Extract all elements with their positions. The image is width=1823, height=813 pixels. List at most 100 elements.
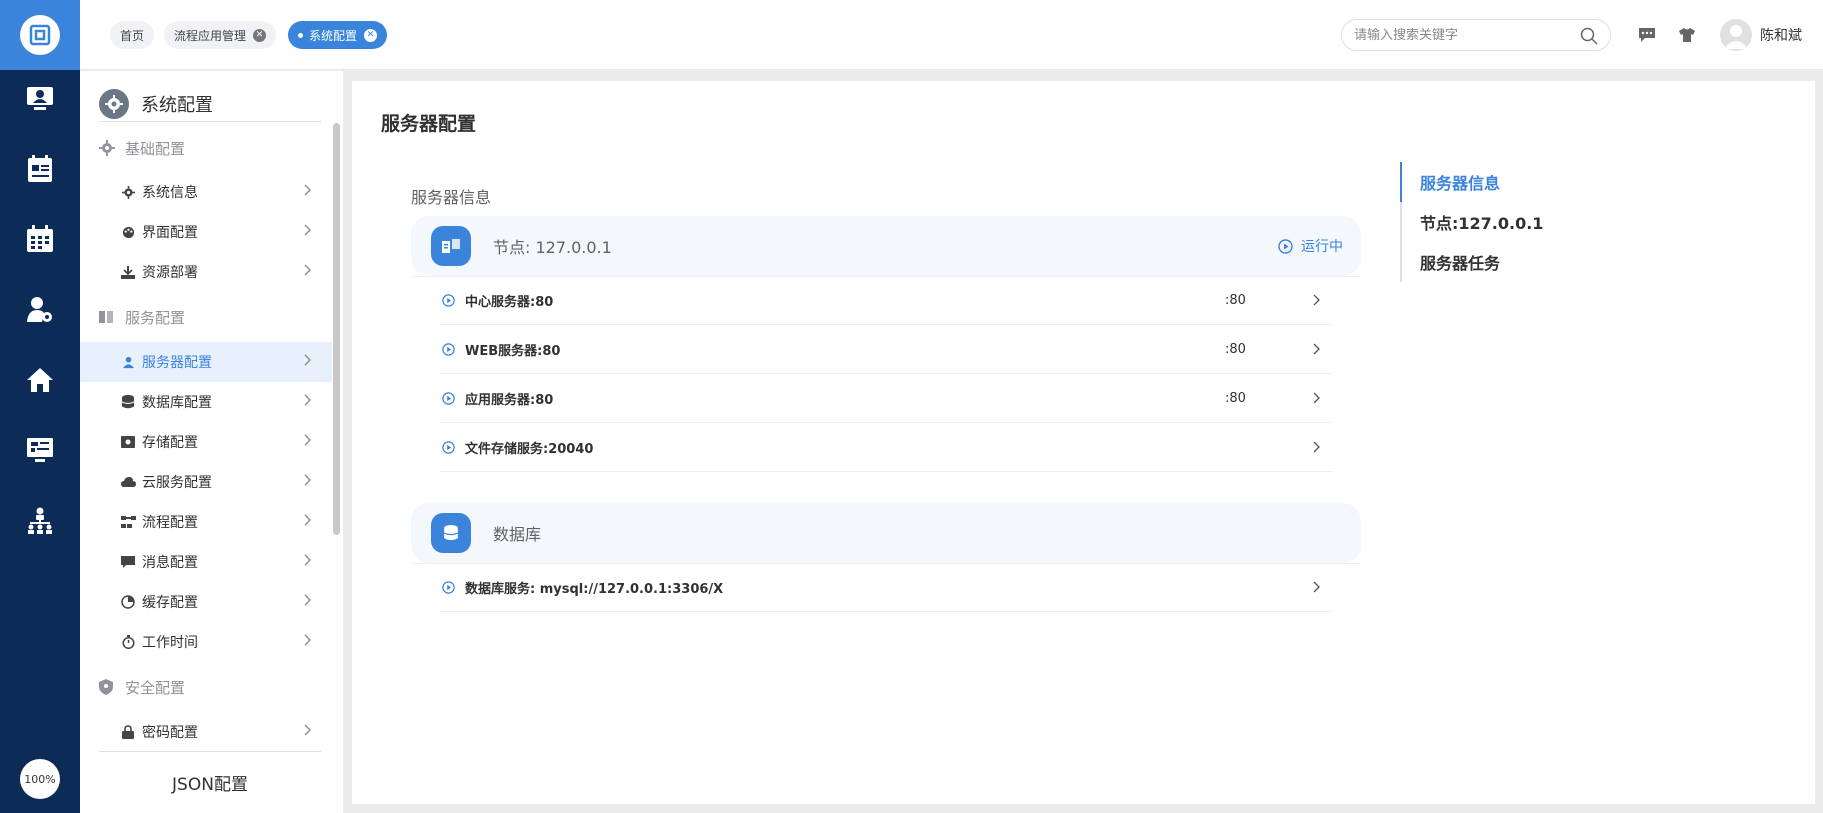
- search-input[interactable]: [1354, 27, 1574, 43]
- chevron-right-icon: [304, 474, 312, 490]
- sidebar-item-work-time[interactable]: 工作时间: [80, 622, 332, 662]
- dashboard-icon[interactable]: [24, 434, 56, 466]
- sidebar-item-label: 密码配置: [142, 725, 198, 741]
- tab-label: 流程应用管理: [174, 28, 247, 43]
- node-title: 节点: 127.0.0.1: [493, 238, 612, 257]
- anchor-active-bar: [1400, 162, 1402, 202]
- chevron-right-icon: [1313, 392, 1321, 408]
- storage-icon: [120, 436, 136, 448]
- sidebar-item-database-config[interactable]: 数据库配置: [80, 382, 332, 422]
- group-basic-config[interactable]: 基础配置: [99, 128, 185, 168]
- sidebar-item-system-info[interactable]: 系统信息: [80, 172, 332, 212]
- chevron-right-icon: [304, 354, 312, 370]
- status-label: 运行中: [1301, 239, 1343, 255]
- anchor-link-server-tasks[interactable]: 服务器任务: [1420, 250, 1500, 274]
- zoom-indicator[interactable]: 100%: [20, 759, 60, 799]
- sidebar-item-message-config[interactable]: 消息配置: [80, 542, 332, 582]
- play-circle-icon: [442, 580, 455, 594]
- row-label: 中心服务器:80: [465, 294, 554, 310]
- monitor-user-icon[interactable]: [24, 83, 56, 115]
- chevron-right-icon: [1313, 441, 1321, 457]
- sidebar-item-label: 流程配置: [142, 515, 198, 531]
- sidebar-item-server-config[interactable]: 服务器配置: [80, 342, 332, 382]
- calendar-icon[interactable]: [24, 223, 56, 255]
- chevron-right-icon: [304, 264, 312, 280]
- server-row-app[interactable]: 应用服务器:80 :80: [440, 374, 1333, 423]
- play-circle-icon: [442, 293, 455, 307]
- play-circle-icon: [1278, 238, 1293, 254]
- sidebar-item-label: 界面配置: [142, 225, 198, 241]
- tab-label: 首页: [120, 28, 145, 43]
- row-port: :80: [1225, 390, 1246, 406]
- database-icon: [120, 395, 136, 409]
- sidebar-item-workflow-config[interactable]: 流程配置: [80, 502, 332, 542]
- group-security-config[interactable]: 安全配置: [99, 667, 185, 707]
- pie-chart-icon: [120, 595, 136, 609]
- database-panel-header[interactable]: 数据库: [411, 503, 1361, 563]
- anchor-link-node[interactable]: 节点:127.0.0.1: [1420, 210, 1543, 234]
- sidebar-item-label: 存储配置: [142, 435, 198, 451]
- search-icon[interactable]: [1580, 27, 1598, 49]
- tab-home[interactable]: 首页: [110, 21, 155, 49]
- sidebar-item-resource-deploy[interactable]: 资源部署: [80, 252, 332, 292]
- play-circle-icon: [442, 440, 455, 454]
- sidebar-item-storage-config[interactable]: 存储配置: [80, 422, 332, 462]
- play-circle-icon: [442, 391, 455, 405]
- theme-shirt-icon[interactable]: [1677, 25, 1697, 45]
- close-icon[interactable]: ✕: [253, 28, 267, 42]
- left-nav-rail: 100%: [0, 0, 80, 813]
- message-icon[interactable]: [1637, 25, 1657, 45]
- cloud-icon: [120, 477, 136, 487]
- page-title: 服务器配置: [381, 113, 477, 135]
- sidebar-header: 系统配置: [99, 86, 321, 122]
- chevron-right-icon: [1313, 343, 1321, 359]
- group-label: 安全配置: [125, 678, 186, 697]
- active-dot: [298, 32, 303, 38]
- close-icon[interactable]: ✕: [364, 28, 378, 42]
- sidebar-item-password-config[interactable]: 密码配置: [80, 712, 332, 752]
- sidebar-item-label: 系统信息: [142, 185, 198, 201]
- anchor-nav: 服务器信息 节点:127.0.0.1 服务器任务: [1400, 162, 1560, 282]
- palette-icon: [120, 226, 136, 239]
- config-sidebar: 系统配置 基础配置 系统信息 界面配置 资源部署 服务配置 服务器配置 数据库配…: [80, 71, 343, 813]
- tab-system-config[interactable]: 系统配置 ✕: [288, 21, 388, 49]
- gear-icon: [99, 88, 129, 119]
- org-chart-icon[interactable]: [24, 505, 56, 537]
- chevron-right-icon: [304, 514, 312, 530]
- database-icon: [431, 513, 471, 553]
- node-panel-header[interactable]: 节点: 127.0.0.1 运行中: [411, 216, 1361, 276]
- sidebar-title: 系统配置: [141, 94, 213, 116]
- group-service-config[interactable]: 服务配置: [99, 297, 185, 337]
- user-settings-icon[interactable]: [24, 294, 56, 326]
- app-logo[interactable]: [0, 0, 80, 70]
- sidebar-item-label: 云服务配置: [142, 475, 212, 491]
- play-circle-icon: [442, 342, 455, 356]
- sidebar-scrollbar[interactable]: [333, 123, 340, 535]
- sidebar-item-cloud-config[interactable]: 云服务配置: [80, 462, 332, 502]
- chevron-right-icon: [304, 434, 312, 450]
- lock-icon: [120, 725, 136, 739]
- form-list-icon[interactable]: [24, 153, 56, 185]
- row-label: WEB服务器:80: [465, 343, 561, 359]
- node-status[interactable]: 运行中: [1278, 236, 1343, 256]
- username[interactable]: 陈和斌: [1760, 25, 1802, 45]
- chevron-right-icon: [304, 634, 312, 650]
- home-icon[interactable]: [24, 364, 56, 396]
- avatar[interactable]: [1720, 19, 1752, 51]
- server-row-central[interactable]: 中心服务器:80 :80: [440, 276, 1333, 325]
- chevron-right-icon: [304, 554, 312, 570]
- json-config-button[interactable]: JSON配置: [99, 751, 321, 813]
- server-row-file-storage[interactable]: 文件存储服务:20040: [440, 423, 1333, 472]
- sidebar-item-ui-config[interactable]: 界面配置: [80, 212, 332, 252]
- server-row-web[interactable]: WEB服务器:80 :80: [440, 325, 1333, 374]
- database-row[interactable]: 数据库服务: mysql://127.0.0.1:3306/X: [440, 563, 1333, 612]
- chevron-right-icon: [304, 184, 312, 200]
- anchor-link-server-info[interactable]: 服务器信息: [1420, 170, 1500, 194]
- workflow-icon: [120, 516, 136, 528]
- sidebar-item-cache-config[interactable]: 缓存配置: [80, 582, 332, 622]
- sidebar-item-label: 服务器配置: [142, 355, 212, 371]
- row-label: 数据库服务: mysql://127.0.0.1:3306/X: [465, 581, 724, 597]
- tab-workflow-app[interactable]: 流程应用管理 ✕: [164, 21, 277, 49]
- gear-icon: [99, 140, 117, 156]
- row-label: 文件存储服务:20040: [465, 441, 594, 457]
